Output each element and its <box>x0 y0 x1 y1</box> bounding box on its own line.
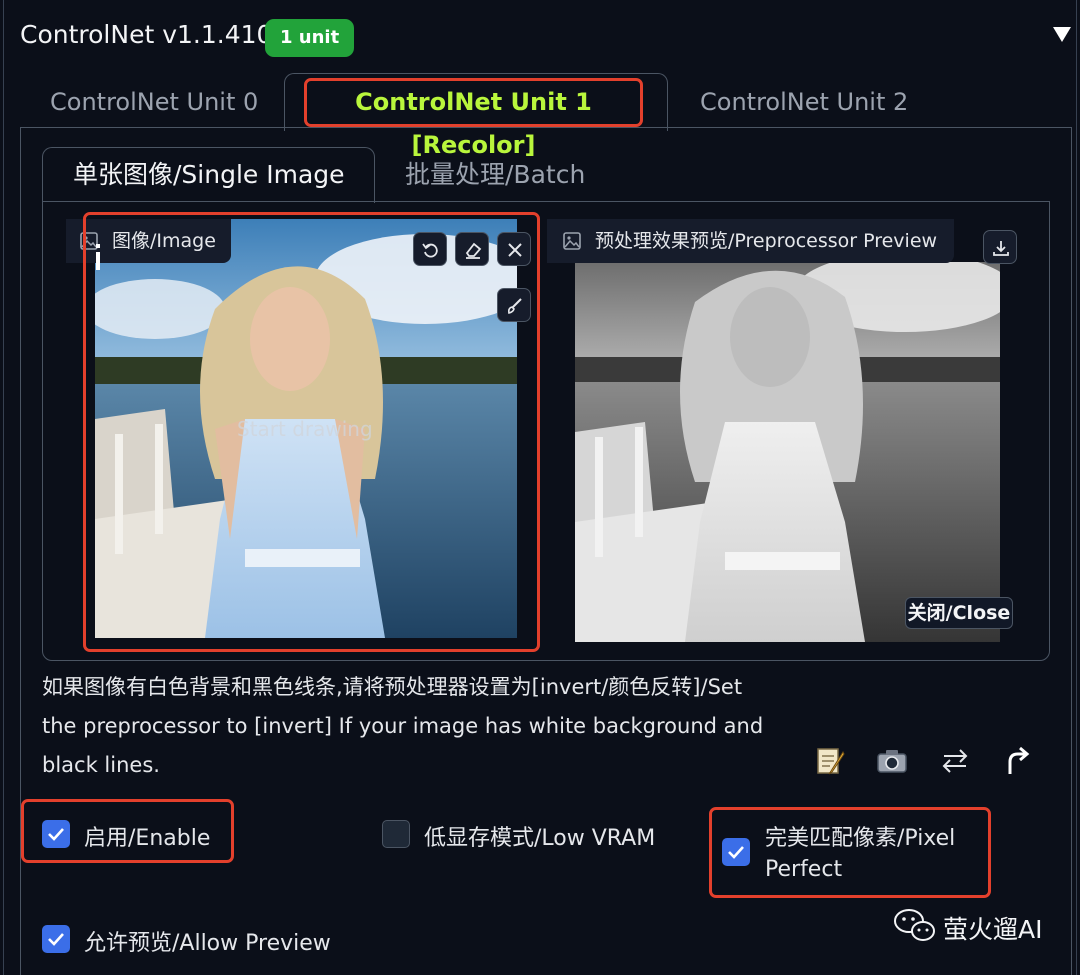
controlnet-panel: ControlNet v1.1.410 1 unit ControlNet Un… <box>0 0 1080 975</box>
tab-batch[interactable]: 批量处理/Batch <box>405 149 585 201</box>
enable-checkbox[interactable] <box>42 820 70 848</box>
wechat-icon <box>894 909 935 941</box>
preview-label-text: 预处理效果预览/Preprocessor Preview <box>595 230 938 252</box>
low-vram-checkbox[interactable] <box>382 820 410 848</box>
camera-icon[interactable] <box>875 744 909 778</box>
unit-count-badge: 1 unit <box>265 19 355 57</box>
tab-unit-2[interactable]: ControlNet Unit 2 <box>700 76 908 128</box>
swap-icon[interactable] <box>938 744 972 778</box>
download-icon <box>993 241 1009 256</box>
preprocessor-preview-image <box>575 262 1000 642</box>
tab-unit-1[interactable]: ControlNet Unit 1 [Recolor] <box>304 78 643 159</box>
allow-preview-checkbox[interactable] <box>42 925 70 953</box>
pixel-perfect-label-line2[interactable]: Perfect <box>765 857 842 882</box>
image-icon <box>563 232 581 250</box>
panel-title[interactable]: ControlNet v1.1.410 <box>20 20 272 49</box>
pixel-perfect-checkbox[interactable] <box>722 838 750 866</box>
low-vram-label[interactable]: 低显存模式/Low VRAM <box>424 820 655 852</box>
check-icon <box>48 828 64 841</box>
invert-hint: 如果图像有白色背景和黑色线条,请将预处理器设置为[invert/颜色反转]/Se… <box>42 675 764 777</box>
preview-photo <box>575 262 1000 642</box>
watermark-text: 萤火遛AI <box>943 915 1043 944</box>
allow-preview-label[interactable]: 允许预览/Allow Preview <box>84 925 331 957</box>
check-icon <box>48 933 64 946</box>
pixel-perfect-label-line1[interactable]: 完美匹配像素/Pixel <box>765 820 955 852</box>
image-input-highlight <box>83 212 540 652</box>
tab-unit-0[interactable]: ControlNet Unit 0 <box>50 76 258 128</box>
triangle-down-icon[interactable] <box>1050 22 1074 46</box>
enable-label[interactable]: 启用/Enable <box>84 820 210 852</box>
tab-single-image[interactable]: 单张图像/Single Image <box>42 147 375 203</box>
close-preview-button[interactable]: 关闭/Close <box>905 597 1013 629</box>
edit-icon[interactable] <box>813 744 847 778</box>
check-icon <box>728 846 744 859</box>
upload-arrow-icon[interactable] <box>1000 744 1034 778</box>
download-button[interactable] <box>983 230 1017 264</box>
preview-label: 预处理效果预览/Preprocessor Preview <box>547 219 954 263</box>
